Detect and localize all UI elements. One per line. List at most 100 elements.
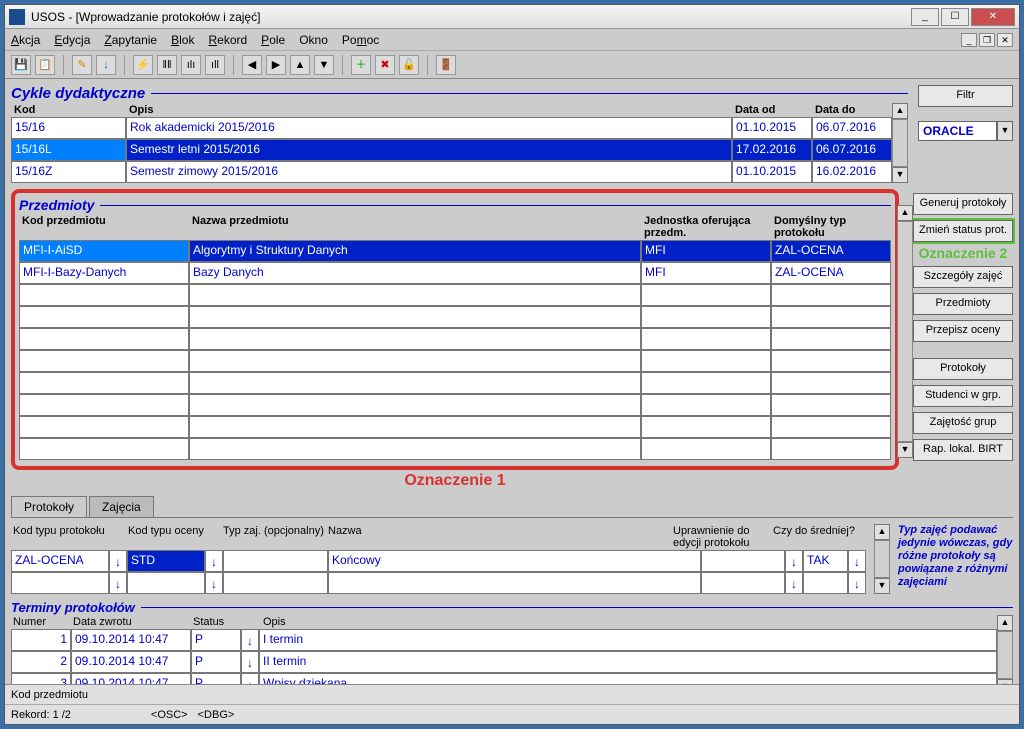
menu-okno[interactable]: Okno bbox=[299, 33, 328, 47]
field-czy[interactable]: TAK bbox=[803, 550, 848, 572]
generuj-button[interactable]: Generuj protokoły bbox=[913, 193, 1013, 215]
tab-zajecia[interactable]: Zajęcia bbox=[89, 496, 154, 517]
cycles-row[interactable]: 15/16ZSemestr zimowy 2015/201601.10.2015… bbox=[11, 161, 892, 183]
mdi-minimize[interactable]: _ bbox=[961, 33, 977, 47]
mdi-close[interactable]: ✕ bbox=[997, 33, 1013, 47]
maximize-button[interactable]: ☐ bbox=[941, 8, 969, 26]
label-czy: Czy do średniej? bbox=[771, 524, 866, 550]
menu-pomoc[interactable]: Pomoc bbox=[342, 33, 379, 47]
cycles-row[interactable]: 15/16Rok akademicki 2015/201601.10.20150… bbox=[11, 117, 892, 139]
studenci-button[interactable]: Studenci w grp. bbox=[913, 385, 1013, 407]
field-tz[interactable] bbox=[223, 550, 328, 572]
label-ktp: Kod typu protokołu bbox=[11, 524, 126, 550]
przepisz-button[interactable]: Przepisz oceny bbox=[913, 320, 1013, 342]
field-upr[interactable] bbox=[701, 550, 785, 572]
bars-icon[interactable]: ‖‖ bbox=[157, 55, 177, 75]
cycles-row[interactable]: 15/16LSemestr letni 2015/201617.02.20160… bbox=[11, 139, 892, 161]
edit-icon[interactable]: ✎ bbox=[72, 55, 92, 75]
subjects-row[interactable] bbox=[19, 306, 891, 328]
label-tz: Typ zaj. (opcjonalny) bbox=[221, 524, 326, 550]
upr-dropdown-icon[interactable]: ↓ bbox=[785, 550, 803, 572]
up-icon[interactable]: ▲ bbox=[290, 55, 310, 75]
label-upr: Uprawnienie do edycji protokołu bbox=[671, 524, 771, 550]
term-col-st: Status bbox=[191, 615, 261, 629]
subjects-row[interactable] bbox=[19, 416, 891, 438]
chart-icon[interactable]: ıll bbox=[205, 55, 225, 75]
terminy-row[interactable]: 309.10.2014 10:47P↓Wpisy dziekana bbox=[11, 673, 997, 684]
menu-zapytanie[interactable]: Zapytanie bbox=[104, 33, 157, 47]
fields-scroll-up[interactable]: ▲ bbox=[874, 524, 890, 540]
cycles-scroll-up[interactable]: ▲ bbox=[892, 103, 908, 119]
field-kto[interactable]: STD bbox=[127, 550, 205, 572]
menu-rekord[interactable]: Rekord bbox=[208, 33, 247, 47]
subjects-col-typ: Domyślny typ protokołu bbox=[771, 214, 891, 240]
app-icon bbox=[9, 9, 25, 25]
terminy-row[interactable]: 109.10.2014 10:47P↓I termin bbox=[11, 629, 997, 651]
czy-dropdown-icon[interactable]: ↓ bbox=[848, 550, 866, 572]
status-bar: Rekord: 1 /2 <OSC> <DBG> bbox=[5, 704, 1019, 724]
zajetosc-button[interactable]: Zajętość grup bbox=[913, 412, 1013, 434]
add-icon[interactable]: ＋ bbox=[351, 55, 371, 75]
subjects-scroll-down[interactable]: ▼ bbox=[897, 442, 913, 458]
cycles-scroll-down[interactable]: ▼ bbox=[892, 167, 908, 183]
cycles-col-datado: Data do bbox=[812, 103, 892, 117]
subjects-col-kod: Kod przedmiotu bbox=[19, 214, 189, 240]
down-icon[interactable]: ▼ bbox=[314, 55, 334, 75]
next-icon[interactable]: ▶ bbox=[266, 55, 286, 75]
terminy-row[interactable]: 209.10.2014 10:47P↓II termin bbox=[11, 651, 997, 673]
subjects-row[interactable]: MFI-I-AiSDAlgorytmy i Struktury DanychMF… bbox=[19, 240, 891, 262]
menu-akcja[interactable]: Akcja bbox=[11, 33, 40, 47]
przedmioty-button[interactable]: Przedmioty bbox=[913, 293, 1013, 315]
menu-blok[interactable]: Blok bbox=[171, 33, 194, 47]
cycles-col-dataod: Data od bbox=[732, 103, 812, 117]
subjects-row[interactable] bbox=[19, 394, 891, 416]
arrow-down-icon[interactable]: ↓ bbox=[96, 55, 116, 75]
save-icon[interactable]: 💾 bbox=[11, 55, 31, 75]
kto-dropdown-icon[interactable]: ↓ bbox=[205, 550, 223, 572]
term-col-dz: Data zwrotu bbox=[71, 615, 191, 629]
prev-icon[interactable]: ◀ bbox=[242, 55, 262, 75]
close-button[interactable]: ✕ bbox=[971, 8, 1015, 26]
content-area: Cykle dydaktyczne Kod Opis Data od Data … bbox=[5, 79, 1019, 684]
subjects-row[interactable] bbox=[19, 438, 891, 460]
cycles-title: Cykle dydaktyczne bbox=[11, 85, 908, 102]
subjects-row[interactable] bbox=[19, 372, 891, 394]
exit-icon[interactable]: 🚪 bbox=[436, 55, 456, 75]
bars2-icon[interactable]: ılı bbox=[181, 55, 201, 75]
terminy-scroll-up[interactable]: ▲ bbox=[997, 615, 1013, 631]
cycles-col-opis: Opis bbox=[126, 103, 732, 117]
rap-button[interactable]: Rap. lokal. BIRT bbox=[913, 439, 1013, 461]
menu-edycja[interactable]: Edycja bbox=[54, 33, 90, 47]
subjects-row[interactable] bbox=[19, 328, 891, 350]
toolbar: 💾 📋 ✎ ↓ ⚡ ‖‖ ılı ıll ◀ ▶ ▲ ▼ ＋ ✖ 🔓 🚪 bbox=[5, 51, 1019, 79]
status-rekord: Rekord: 1 /2 bbox=[11, 709, 71, 721]
field-nazwa[interactable]: Końcowy bbox=[328, 550, 701, 572]
subjects-row[interactable] bbox=[19, 284, 891, 306]
minimize-button[interactable]: _ bbox=[911, 8, 939, 26]
oracle-dropdown-icon: ▼ bbox=[997, 121, 1013, 141]
oracle-select[interactable]: ORACLE ▼ bbox=[918, 121, 1013, 141]
unlock-icon[interactable]: 🔓 bbox=[399, 55, 419, 75]
zmien-status-button[interactable]: Zmień status prot. bbox=[913, 220, 1013, 242]
subjects-title: Przedmioty bbox=[19, 197, 94, 213]
field-ktp[interactable]: ZAL-OCENA bbox=[11, 550, 109, 572]
delete-icon[interactable]: ✖ bbox=[375, 55, 395, 75]
flash-icon[interactable]: ⚡ bbox=[133, 55, 153, 75]
subjects-scroll-up[interactable]: ▲ bbox=[897, 205, 913, 221]
mdi-restore[interactable]: ❐ bbox=[979, 33, 995, 47]
ktp-dropdown-icon[interactable]: ↓ bbox=[109, 550, 127, 572]
subjects-row[interactable]: MFI-I-Bazy-DanychBazy DanychMFIZAL-OCENA bbox=[19, 262, 891, 284]
protokoly-button[interactable]: Protokoły bbox=[913, 358, 1013, 380]
label-kto: Kod typu oceny bbox=[126, 524, 221, 550]
print-icon[interactable]: 📋 bbox=[35, 55, 55, 75]
szczegoly-button[interactable]: Szczegóły zajęć bbox=[913, 266, 1013, 288]
fields-scroll-down[interactable]: ▼ bbox=[874, 578, 890, 594]
subjects-box: Przedmioty Kod przedmiotu Nazwa przedmio… bbox=[11, 189, 899, 470]
status-osc: <OSC> bbox=[151, 709, 188, 721]
terminy-scroll-down[interactable]: ▼ bbox=[997, 679, 1013, 684]
subjects-row[interactable] bbox=[19, 350, 891, 372]
menu-pole[interactable]: Pole bbox=[261, 33, 285, 47]
tab-protokoly[interactable]: Protokoły bbox=[11, 496, 87, 517]
filter-button[interactable]: Filtr bbox=[918, 85, 1013, 107]
subjects-col-nazwa: Nazwa przedmiotu bbox=[189, 214, 641, 240]
